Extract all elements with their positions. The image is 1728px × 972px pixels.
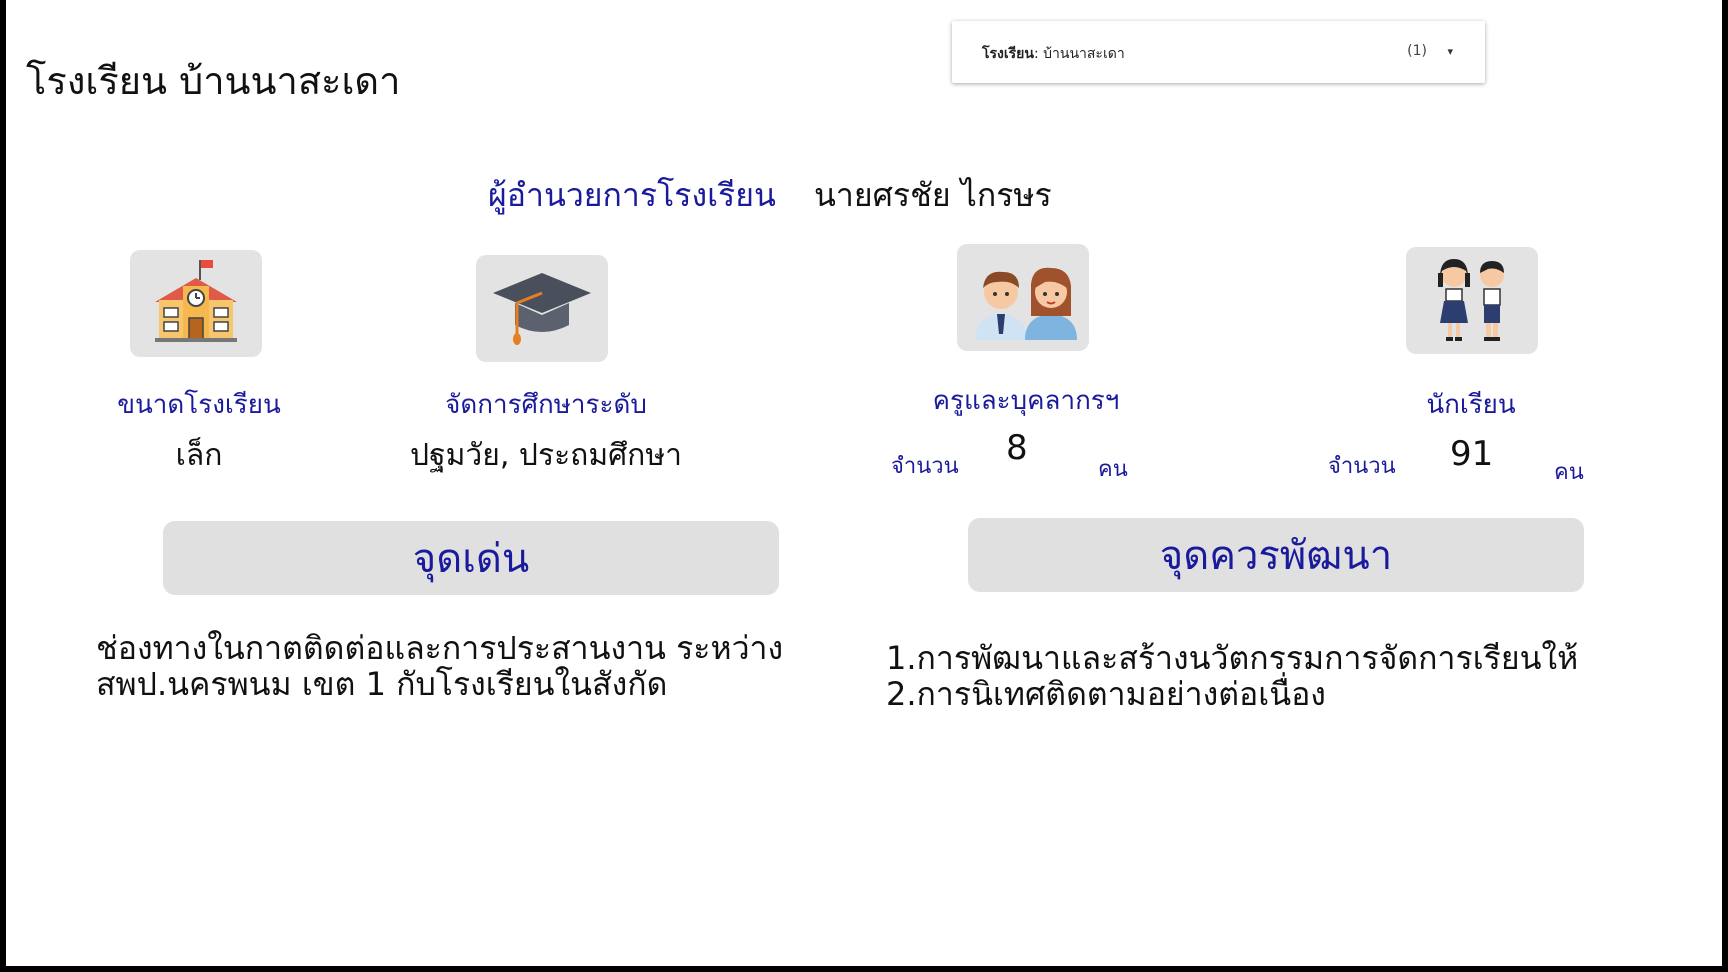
filter-label-group: โรงเรียน: บ้านนาสะเดา [982,46,1125,62]
teachers-icon [957,244,1089,351]
dashboard-canvas: โรงเรียน บ้านนาสะเดา โรงเรียน: บ้านนาสะเ… [6,0,1722,966]
strengths-line: สพป.นครพนม เขต 1 กับโรงเรียนในสังกัด [96,665,668,703]
students-count-label: จำนวน [1328,454,1396,479]
filter-selected-value: บ้านนาสะเดา [1043,46,1125,62]
students-unit: คน [1554,460,1584,485]
chevron-down-icon[interactable]: ▾ [1447,45,1453,58]
staff-count-label: จำนวน [891,454,959,479]
page-title: โรงเรียน บ้านนาสะเดา [26,59,401,103]
director-name: นายศรชัย ไกรษร [814,176,1052,214]
students-icon [1406,247,1538,354]
filter-field-label: โรงเรียน [982,46,1034,62]
strengths-header: จุดเด่น [163,521,779,595]
improvements-line: 2.การนิเทศติดตามอย่างต่อเนื่อง [886,675,1326,713]
staff-label: ครูและบุคลากรฯ [932,386,1120,416]
strengths-text: ช่องทางในกาตติดต่อและการประสานงาน ระหว่า… [96,630,783,702]
staff-count: 8 [1006,428,1028,468]
education-level-value: ปฐมวัย, ประถมศึกษา [410,438,682,473]
school-size-label: ขนาดโรงเรียน [117,390,281,420]
staff-unit: คน [1098,457,1128,482]
school-filter-dropdown[interactable]: โรงเรียน: บ้านนาสะเดา (1) ▾ [952,21,1485,83]
school-size-value: เล็ก [175,438,223,473]
school-building-icon [130,250,262,357]
graduation-cap-icon [476,255,608,362]
students-count: 91 [1450,434,1494,474]
education-level-label: จัดการศึกษาระดับ [445,390,647,420]
strengths-line: ช่องทางในกาตติดต่อและการประสานงาน ระหว่า… [96,629,784,667]
improvements-text: 1.การพัฒนาและสร้างนวัตกรรมการจัดการเรียน… [886,640,1578,712]
improvements-line: 1.การพัฒนาและสร้างนวัตกรรมการจัดการเรียน… [886,639,1579,677]
director-label: ผู้อำนวยการโรงเรียน [488,176,776,214]
filter-selected-count: (1) [1407,43,1427,59]
improvements-header: จุดควรพัฒนา [968,518,1584,592]
students-label: นักเรียน [1426,390,1516,420]
